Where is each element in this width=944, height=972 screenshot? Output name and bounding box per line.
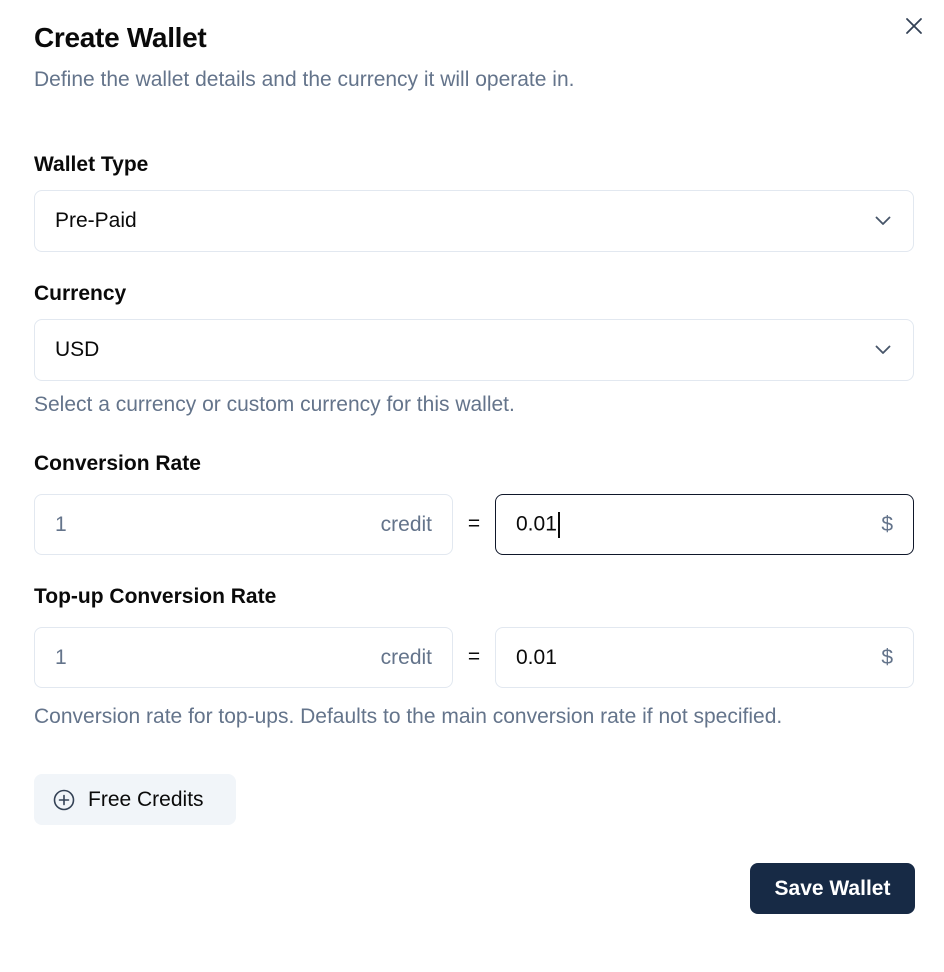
conversion-currency-suffix: $ [881, 512, 893, 536]
conversion-credit-value: 1 [55, 512, 67, 536]
chevron-down-icon [875, 216, 891, 225]
currency-help-text: Select a currency or custom currency for… [34, 393, 515, 416]
topup-credit-suffix: credit [380, 645, 432, 669]
topup-currency-value: 0.01 [516, 645, 557, 669]
currency-value: USD [55, 338, 100, 361]
conversion-credit-input[interactable]: 1 credit [34, 494, 453, 555]
topup-help-text: Conversion rate for top-ups. Defaults to… [34, 705, 783, 728]
conversion-currency-input[interactable]: 0.01 $ [495, 494, 914, 555]
create-wallet-dialog: Create Wallet Define the wallet details … [0, 0, 944, 972]
topup-currency-suffix: $ [881, 645, 893, 669]
wallet-type-label: Wallet Type [34, 153, 149, 176]
topup-credit-value: 1 [55, 645, 67, 669]
topup-equals-sign: = [467, 645, 481, 668]
plus-circle-icon [53, 789, 75, 810]
conversion-credit-suffix: credit [380, 512, 432, 536]
dialog-title: Create Wallet [34, 22, 207, 53]
x-close-icon [906, 18, 922, 34]
wallet-type-select[interactable]: Pre-Paid [34, 190, 914, 252]
topup-conversion-rate-label: Top-up Conversion Rate [34, 585, 277, 608]
topup-credit-input[interactable]: 1 credit [34, 627, 453, 688]
currency-label: Currency [34, 282, 127, 305]
dialog-subtitle: Define the wallet details and the curren… [34, 68, 575, 91]
close-button[interactable] [902, 14, 926, 38]
conversion-currency-value: 0.01 [516, 512, 557, 536]
conversion-equals-sign: = [467, 512, 481, 535]
currency-select[interactable]: USD [34, 319, 914, 381]
save-wallet-button[interactable]: Save Wallet [750, 863, 915, 914]
free-credits-label: Free Credits [88, 787, 204, 811]
wallet-type-value: Pre-Paid [55, 209, 137, 232]
chevron-down-icon [875, 345, 891, 354]
free-credits-button[interactable]: Free Credits [34, 774, 236, 825]
conversion-rate-label: Conversion Rate [34, 452, 201, 475]
topup-currency-input[interactable]: 0.01 $ [495, 627, 914, 688]
text-cursor [557, 511, 560, 538]
